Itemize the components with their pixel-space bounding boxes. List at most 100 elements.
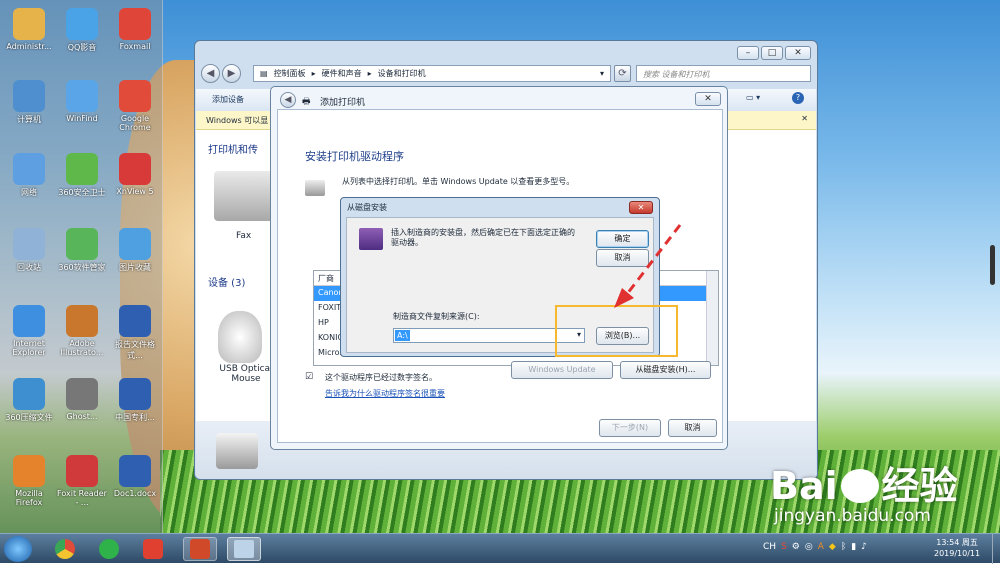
desktop-icon[interactable]: Internet Explorer bbox=[2, 305, 56, 357]
dialog-heading: 安装打印机驱动程序 bbox=[305, 150, 404, 163]
mouse-icon[interactable] bbox=[218, 311, 262, 363]
desktop-icon[interactable]: Ghost... bbox=[55, 378, 109, 421]
desktop-icon[interactable]: 360压缩文件 bbox=[2, 378, 56, 423]
breadcrumb-separator: ▸ bbox=[311, 69, 316, 78]
side-handle[interactable] bbox=[990, 245, 995, 285]
info-bar-text: Windows 可以显 bbox=[206, 116, 269, 125]
desktop-icon-label: 计算机 bbox=[17, 115, 41, 124]
tray-360-icon[interactable]: ◎ bbox=[805, 542, 813, 552]
desktop-icon[interactable]: WinFind bbox=[55, 80, 109, 123]
desktop-icon-label: Doc1.docx bbox=[113, 489, 157, 498]
close-button[interactable]: ✕ bbox=[785, 46, 811, 60]
printer-icon: 🖶 bbox=[302, 97, 311, 107]
desktop-icon[interactable]: XnView 5 bbox=[108, 153, 162, 196]
close-icon[interactable]: ✕ bbox=[629, 201, 653, 214]
nav-buttons: ◀ ▶ bbox=[201, 64, 241, 83]
windows-update-button[interactable]: Windows Update bbox=[511, 361, 613, 379]
bluetooth-icon[interactable]: ᛒ bbox=[841, 542, 846, 552]
desktop-icon-label: QQ影音 bbox=[67, 43, 97, 52]
add-device-button[interactable]: 添加设备 bbox=[212, 95, 244, 104]
desktop-icon[interactable]: QQ影音 bbox=[55, 8, 109, 53]
clock[interactable]: 13:54 周五 2019/10/11 bbox=[934, 537, 980, 559]
red-arrow-icon bbox=[614, 224, 682, 308]
app-icon bbox=[13, 455, 45, 487]
forward-arrow-icon[interactable]: ▶ bbox=[222, 64, 241, 83]
highlight-box bbox=[555, 305, 678, 357]
chevron-down-icon[interactable]: ▾ bbox=[600, 69, 604, 78]
powerpoint-taskbar-icon[interactable] bbox=[183, 537, 217, 561]
desktop-icon[interactable]: Adobe Illustrato... bbox=[55, 305, 109, 357]
desktop-icon[interactable]: Foxmail bbox=[108, 8, 162, 51]
desktop-icon[interactable]: 360软件管家 bbox=[55, 228, 109, 273]
desktop-icon-label: XnView 5 bbox=[116, 187, 154, 196]
desktop-icon[interactable]: 360安全卫士 bbox=[55, 153, 109, 198]
sogou-icon[interactable]: S bbox=[781, 542, 787, 552]
refresh-icon[interactable]: ⟳ bbox=[614, 65, 631, 82]
desktop-icon[interactable]: Mozilla Firefox bbox=[2, 455, 56, 507]
ch-ime-icon[interactable]: CH bbox=[763, 542, 776, 552]
desktop-icon-label: WinFind bbox=[66, 114, 98, 123]
network-icon[interactable]: ▮ bbox=[851, 542, 856, 552]
desktop-icon[interactable]: 网络 bbox=[2, 153, 56, 198]
desktop-icon-label: 360软件管家 bbox=[58, 263, 106, 272]
app-icon bbox=[13, 305, 45, 337]
ie-taskbar-icon[interactable] bbox=[92, 537, 126, 561]
app-icon bbox=[119, 153, 151, 185]
desktop-icon-label: 报告文件格式... bbox=[115, 340, 155, 360]
app-icon bbox=[66, 378, 98, 410]
minimize-button[interactable]: – bbox=[737, 46, 759, 60]
desktop-icon[interactable]: Administr... bbox=[2, 8, 56, 51]
close-button[interactable]: ✕ bbox=[695, 92, 721, 106]
have-disk-button[interactable]: 从磁盘安装(H)... bbox=[620, 361, 711, 379]
desktop-icon-label: 360压缩文件 bbox=[5, 413, 53, 422]
next-button[interactable]: 下一步(N) bbox=[599, 419, 661, 437]
desktop-icon[interactable]: 计算机 bbox=[2, 80, 56, 125]
back-arrow-icon[interactable]: ◀ bbox=[201, 64, 220, 83]
desktop-icon[interactable]: 回收站 bbox=[2, 228, 56, 273]
360-browser-taskbar-icon[interactable] bbox=[136, 537, 170, 561]
device-mouse-label: USB Optical Mouse bbox=[219, 364, 273, 384]
devices-printers-taskbar-icon[interactable] bbox=[227, 537, 261, 561]
section-devices: 设备 (3) bbox=[208, 278, 246, 289]
desktop-icon-label: Internet Explorer bbox=[12, 339, 46, 357]
desktop-icon[interactable]: 报告文件格式... bbox=[108, 305, 162, 361]
close-icon[interactable]: ✕ bbox=[801, 114, 808, 123]
address-bar[interactable]: ▤ 控制面板 ▸ 硬件和声音 ▸ 设备和打印机 ▾ bbox=[253, 65, 611, 82]
install-message: 插入制造商的安装盘，然后确定已在下面选定正确的驱动器。 bbox=[391, 228, 575, 247]
desktop-icon[interactable]: Google Chrome bbox=[108, 80, 162, 132]
help-icon[interactable]: ? bbox=[792, 92, 804, 104]
chrome-taskbar-icon[interactable] bbox=[48, 537, 82, 561]
dialog-description: 从列表中选择打印机。单击 Windows Update 以查看更多型号。 bbox=[342, 177, 575, 186]
search-input[interactable]: 搜索 设备和打印机 bbox=[636, 65, 811, 82]
fax-printer-icon[interactable] bbox=[214, 171, 274, 221]
app-icon bbox=[13, 378, 45, 410]
settings-icon[interactable]: ⚙ bbox=[792, 542, 800, 552]
breadcrumb-item[interactable]: 控制面板 bbox=[274, 68, 306, 79]
printer-camera-icon bbox=[216, 433, 258, 469]
maximize-button[interactable]: □ bbox=[761, 46, 783, 60]
desktop-icon[interactable]: Doc1.docx bbox=[108, 455, 162, 498]
show-desktop-button[interactable] bbox=[992, 534, 1000, 564]
dialog-title: 从磁盘安装 bbox=[347, 203, 387, 212]
breadcrumb-item[interactable]: 硬件和声音 bbox=[322, 68, 362, 79]
volume-icon[interactable]: ♪ bbox=[861, 542, 867, 552]
desktop-icon[interactable]: 图片收藏 bbox=[108, 228, 162, 273]
start-button[interactable] bbox=[4, 536, 32, 562]
a-icon[interactable]: A bbox=[818, 542, 824, 552]
cancel-button[interactable]: 取消 bbox=[668, 419, 717, 437]
view-options-icon[interactable]: ▭ ▾ bbox=[746, 93, 760, 102]
scrollbar[interactable] bbox=[706, 271, 718, 365]
app-icon bbox=[66, 228, 98, 260]
shield-icon[interactable]: ◆ bbox=[829, 542, 836, 552]
back-arrow-icon[interactable]: ◀ bbox=[280, 92, 296, 108]
copy-from-value[interactable]: A:\ bbox=[395, 330, 410, 341]
desktop-icon[interactable]: 中国专利... bbox=[108, 378, 162, 423]
signed-note: 这个驱动程序已经过数字签名。 bbox=[325, 373, 437, 382]
app-icon bbox=[119, 378, 151, 410]
breadcrumb-separator: ▸ bbox=[367, 69, 372, 78]
breadcrumb-item[interactable]: 设备和打印机 bbox=[378, 68, 426, 79]
copy-from-label: 制造商文件复制来源(C): bbox=[393, 312, 480, 321]
driver-signing-link[interactable]: 告诉我为什么驱动程序签名很重要 bbox=[325, 388, 445, 399]
desktop-icon[interactable]: Foxit Reader - ... bbox=[55, 455, 109, 507]
clock-time: 13:54 周五 bbox=[936, 538, 978, 547]
